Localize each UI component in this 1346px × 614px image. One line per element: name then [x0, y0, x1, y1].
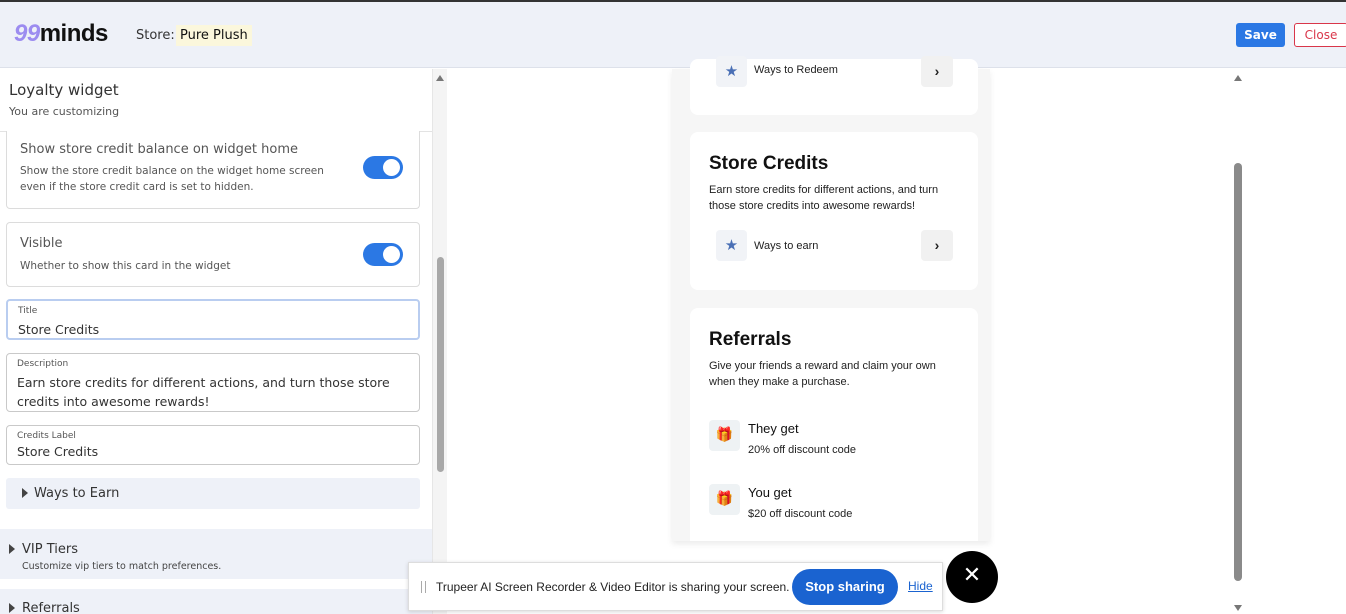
vip-tiers-section[interactable]: VIP Tiers Customize vip tiers to match p… [0, 529, 432, 579]
save-button[interactable]: Save [1236, 23, 1285, 47]
caret-right-icon [22, 488, 28, 498]
scroll-up-icon[interactable] [436, 75, 444, 81]
credits-label-field[interactable]: Credits Label Store Credits [6, 425, 420, 465]
visible-desc: Whether to show this card in the widget [20, 260, 231, 272]
left-scrollbar[interactable] [432, 69, 447, 614]
screen-share-bar: Trupeer AI Screen Recorder & Video Edito… [408, 562, 943, 611]
balance-card: Show store credit balance on widget home… [6, 131, 420, 209]
drag-handle-icon[interactable] [421, 581, 426, 593]
visible-toggle[interactable] [363, 243, 403, 266]
star-icon: ★ [716, 56, 747, 87]
title-field[interactable]: Title Store Credits [6, 299, 420, 340]
title-value: Store Credits [18, 322, 100, 337]
ways-to-redeem-label: Ways to Redeem [754, 64, 838, 76]
referrals-section[interactable]: Referrals [0, 589, 432, 614]
store-name: Pure Plush [176, 25, 252, 46]
vip-tiers-desc: Customize vip tiers to match preferences… [22, 561, 222, 572]
they-get-label: They get [748, 421, 799, 436]
close-icon[interactable]: ✕ [946, 551, 998, 603]
visible-card: Visible Whether to show this card in the… [6, 222, 420, 287]
they-get-value: 20% off discount code [748, 444, 857, 456]
logo: 99minds [14, 20, 108, 47]
hide-link[interactable]: Hide [908, 579, 933, 593]
balance-title: Show store credit balance on widget home [20, 142, 298, 157]
share-message: Trupeer AI Screen Recorder & Video Edito… [436, 580, 790, 594]
redeem-card: ★ Ways to Redeem › [690, 56, 978, 115]
referrals-title: Referrals [709, 329, 792, 350]
gift-icon: 🎁 [709, 484, 740, 515]
referrals-desc: Give your friends a reward and claim you… [709, 360, 936, 388]
you-get-label: You get [748, 485, 792, 500]
description-label: Description [17, 359, 69, 369]
visible-title: Visible [20, 236, 63, 251]
widget-preview: ★ Ways to Redeem › Store Credits Earn st… [672, 56, 990, 541]
credits-label-value: Store Credits [17, 444, 99, 459]
description-value: Earn store credits for different actions… [17, 375, 390, 409]
caret-right-icon [9, 544, 15, 554]
scroll-thumb[interactable] [1234, 163, 1242, 581]
scroll-down-icon[interactable] [1234, 605, 1242, 611]
referrals-title: Referrals [22, 601, 80, 614]
referrals-card: Referrals Give your friends a reward and… [690, 308, 978, 541]
you-get-value: $20 off discount code [748, 508, 853, 520]
caret-right-icon [9, 603, 15, 613]
ways-to-earn-accordion[interactable]: Ways to Earn [6, 478, 420, 509]
balance-desc: Show the store credit balance on the wid… [20, 165, 324, 193]
gift-icon: 🎁 [709, 420, 740, 451]
store-label: Store: [136, 28, 175, 43]
store-credits-desc: Earn store credits for different actions… [709, 184, 939, 212]
credits-label-label: Credits Label [17, 431, 76, 441]
ways-to-earn-label: Ways to Earn [34, 486, 120, 501]
ways-to-earn-row[interactable]: Ways to earn [754, 240, 818, 252]
scroll-up-icon[interactable] [1234, 75, 1242, 81]
panel-title: Loyalty widget [9, 81, 119, 99]
settings-panel: Loyalty widget You are customizing Show … [0, 69, 432, 614]
scroll-thumb[interactable] [437, 257, 444, 472]
description-field[interactable]: Description Earn store credits for diffe… [6, 353, 420, 412]
chevron-right-icon[interactable]: › [921, 230, 953, 261]
store-credits-card: Store Credits Earn store credits for dif… [690, 132, 978, 290]
close-button[interactable]: Close [1294, 23, 1346, 47]
store-credits-title: Store Credits [709, 153, 829, 174]
panel-subtitle: You are customizing [9, 105, 120, 118]
star-icon: ★ [716, 230, 747, 261]
chevron-right-icon[interactable]: › [921, 56, 953, 87]
balance-toggle[interactable] [363, 156, 403, 179]
app-header: 99minds Store: Pure Plush Save Close [0, 2, 1346, 68]
preview-scrollbar[interactable] [1231, 69, 1245, 614]
vip-tiers-title: VIP Tiers [22, 542, 78, 557]
title-label: Title [18, 306, 38, 316]
stop-sharing-button[interactable]: Stop sharing [792, 569, 898, 605]
